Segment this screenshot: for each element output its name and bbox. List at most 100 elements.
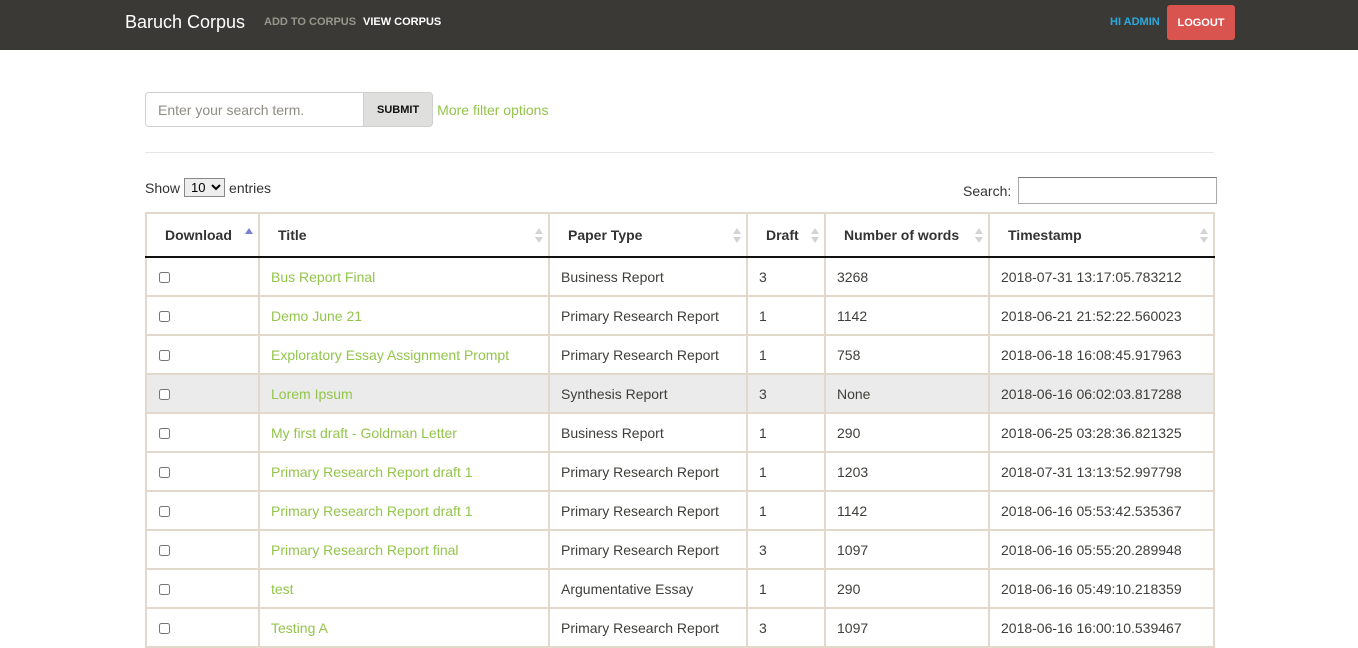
title-cell: Bus Report Final [258, 256, 550, 297]
column-header-word-count[interactable]: Number of words [824, 212, 990, 258]
logout-button[interactable]: LOGOUT [1167, 5, 1235, 40]
title-cell: Primary Research Report final [258, 529, 550, 570]
download-checkbox[interactable] [159, 350, 170, 362]
table-search-label: Search: [963, 182, 1012, 199]
download-cell [145, 334, 260, 375]
download-checkbox[interactable] [159, 506, 170, 518]
draft-cell: 3 [746, 256, 826, 297]
paper-type-cell: Primary Research Report [548, 295, 748, 336]
draft-cell: 1 [746, 568, 826, 609]
download-checkbox[interactable] [159, 584, 170, 596]
title-cell: Exploratory Essay Assignment Prompt [258, 334, 550, 375]
draft-cell: 3 [746, 529, 826, 570]
paper-title-link[interactable]: Exploratory Essay Assignment Prompt [271, 347, 509, 363]
timestamp-cell: 2018-06-16 06:02:03.817288 [988, 373, 1215, 414]
title-cell: Demo June 21 [258, 295, 550, 336]
sort-both-icon [811, 227, 819, 245]
table-header-row: Download Title Paper Type Draft Number o… [145, 212, 1215, 258]
table-row: Lorem Ipsum Synthesis Report 3 None 2018-06-… [145, 373, 1215, 414]
draft-cell: 3 [746, 373, 826, 414]
page-size-select[interactable]: 10 [184, 178, 226, 197]
paper-title-link[interactable]: Bus Report Final [271, 269, 375, 285]
download-checkbox[interactable] [159, 389, 170, 401]
show-label: Show [145, 179, 181, 196]
more-filter-options-link[interactable]: More filter options [437, 102, 548, 118]
title-cell: Lorem Ipsum [258, 373, 550, 414]
draft-cell: 1 [746, 490, 826, 531]
nav-add-to-corpus[interactable]: ADD TO CORPUS [264, 16, 356, 28]
timestamp-cell: 2018-06-18 16:08:45.917963 [988, 334, 1215, 375]
paper-type-cell: Business Report [548, 256, 748, 297]
paper-type-cell: Business Report [548, 412, 748, 453]
search-bar: SUBMIT More filter options [145, 92, 548, 127]
draft-cell: 1 [746, 451, 826, 492]
title-cell: Primary Research Report draft 1 [258, 490, 550, 531]
word-count-cell: 1097 [824, 529, 990, 570]
submit-button[interactable]: SUBMIT [364, 92, 434, 127]
column-header-title[interactable]: Title [258, 212, 550, 258]
word-count-cell: 758 [824, 334, 990, 375]
download-checkbox[interactable] [159, 311, 170, 323]
download-cell [145, 412, 260, 453]
column-header-download[interactable]: Download [145, 212, 260, 258]
timestamp-cell: 2018-07-31 13:13:52.997798 [988, 451, 1215, 492]
download-checkbox[interactable] [159, 428, 170, 440]
download-cell [145, 607, 260, 648]
table-row: Primary Research Report draft 1 Primary R… [145, 451, 1215, 492]
timestamp-cell: 2018-06-16 05:55:20.289948 [988, 529, 1215, 570]
download-cell [145, 256, 260, 297]
word-count-cell: 290 [824, 412, 990, 453]
page-size-control: Show 10 entries [145, 178, 271, 197]
column-header-paper-type[interactable]: Paper Type [548, 212, 748, 258]
download-cell [145, 451, 260, 492]
paper-type-cell: Primary Research Report [548, 529, 748, 570]
table-row: test Argumentative Essay 1 290 2018-06-16 05… [145, 568, 1215, 609]
download-cell [145, 568, 260, 609]
table-row: Primary Research Report final Primary Res… [145, 529, 1215, 570]
sort-both-icon [1200, 227, 1208, 245]
download-checkbox[interactable] [159, 623, 170, 635]
table-row: My first draft - Goldman Letter Business … [145, 412, 1215, 453]
timestamp-cell: 2018-06-16 16:00:10.539467 [988, 607, 1215, 648]
divider [145, 152, 1214, 153]
paper-title-link[interactable]: test [271, 581, 294, 597]
download-checkbox[interactable] [159, 272, 170, 284]
table-row: Bus Report Final Business Report 3 3268 2018… [145, 256, 1215, 297]
paper-type-cell: Primary Research Report [548, 451, 748, 492]
download-checkbox[interactable] [159, 467, 170, 479]
word-count-cell: 1097 [824, 607, 990, 648]
draft-cell: 3 [746, 607, 826, 648]
brand-logo[interactable]: Baruch Corpus [125, 12, 245, 33]
download-cell [145, 295, 260, 336]
column-header-draft[interactable]: Draft [746, 212, 826, 258]
corpus-table: Download Title Paper Type Draft Number o… [145, 212, 1215, 648]
word-count-cell: 290 [824, 568, 990, 609]
paper-title-link[interactable]: Primary Research Report draft 1 [271, 503, 473, 519]
download-checkbox[interactable] [159, 545, 170, 557]
paper-type-cell: Primary Research Report [548, 607, 748, 648]
user-greeting[interactable]: HI ADMIN [1110, 16, 1160, 28]
word-count-cell: 1142 [824, 490, 990, 531]
paper-type-cell: Argumentative Essay [548, 568, 748, 609]
table-row: Testing A Primary Research Report 3 1097 201… [145, 607, 1215, 648]
navbar: Baruch Corpus ADD TO CORPUS VIEW CORPUS … [0, 0, 1358, 50]
table-search-input[interactable] [1018, 177, 1218, 204]
paper-title-link[interactable]: Lorem Ipsum [271, 386, 353, 402]
nav-view-corpus[interactable]: VIEW CORPUS [363, 16, 441, 28]
draft-cell: 1 [746, 295, 826, 336]
timestamp-cell: 2018-06-16 05:53:42.535367 [988, 490, 1215, 531]
sort-both-icon [535, 227, 543, 245]
entries-label: entries [229, 179, 272, 196]
search-input[interactable] [145, 92, 364, 127]
column-header-timestamp[interactable]: Timestamp [988, 212, 1215, 258]
timestamp-cell: 2018-06-16 05:49:10.218359 [988, 568, 1215, 609]
paper-title-link[interactable]: My first draft - Goldman Letter [271, 425, 457, 441]
table-row: Exploratory Essay Assignment Prompt Prima… [145, 334, 1215, 375]
paper-title-link[interactable]: Demo June 21 [271, 308, 362, 324]
paper-title-link[interactable]: Primary Research Report final [271, 542, 459, 558]
paper-title-link[interactable]: Primary Research Report draft 1 [271, 464, 473, 480]
sort-both-icon [975, 227, 983, 245]
timestamp-cell: 2018-06-25 03:28:36.821325 [988, 412, 1215, 453]
draft-cell: 1 [746, 412, 826, 453]
paper-title-link[interactable]: Testing A [271, 620, 328, 636]
